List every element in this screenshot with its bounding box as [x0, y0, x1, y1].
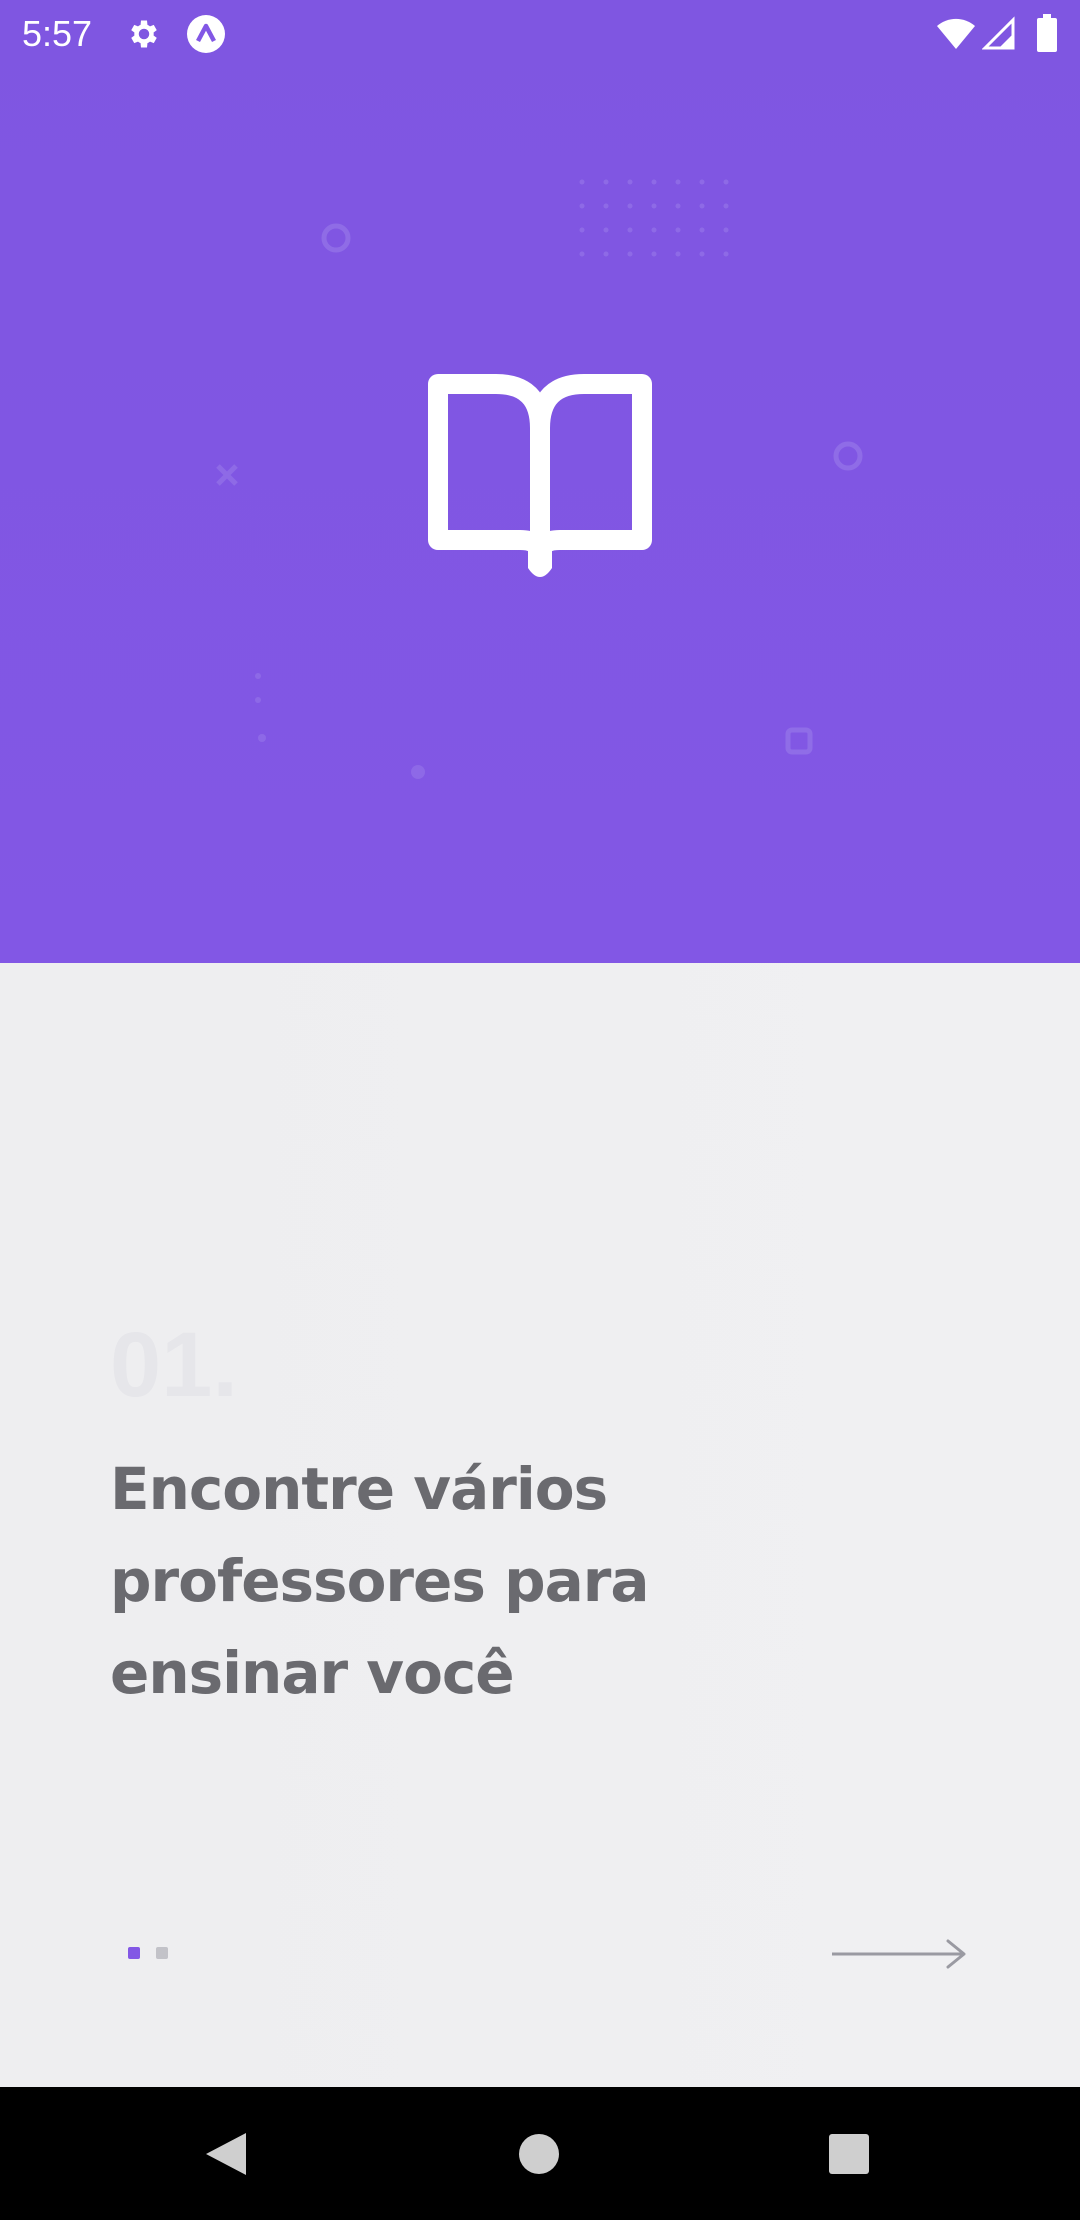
pattern-dot [651, 203, 657, 209]
pattern-dot [579, 227, 585, 233]
hero-banner: 5:57 [0, 0, 1080, 963]
pattern-dot [675, 203, 681, 209]
arrow-right-icon[interactable] [828, 1935, 972, 1973]
pattern-dot [579, 251, 585, 257]
status-time: 5:57 [22, 13, 93, 54]
page-indicator [128, 1945, 168, 1961]
pattern-dot [627, 203, 633, 209]
home-icon[interactable] [518, 2133, 560, 2175]
back-icon[interactable] [204, 2131, 248, 2177]
onboarding-headline: Encontre vários professores para ensinar… [110, 1455, 649, 1707]
pattern-dot [579, 203, 585, 209]
pattern-dot [603, 179, 609, 185]
signal-icon [982, 16, 1015, 50]
app-notification-icon [187, 15, 225, 53]
onboarding-content: 01. Encontre vários professores para ens… [0, 963, 1080, 2087]
open-book-icon [428, 374, 652, 577]
pattern-dot [723, 179, 729, 185]
onboarding-screen: 5:57 01. Encontre vários professores par… [0, 0, 1080, 2220]
pattern-dot [723, 251, 729, 257]
status-bar: 5:57 [0, 0, 1080, 68]
pattern-dot [675, 179, 681, 185]
pattern-dot [579, 179, 585, 185]
pattern-dot [699, 227, 705, 233]
page-dot-inactive[interactable] [156, 1947, 168, 1959]
battery-icon [1037, 14, 1057, 52]
pattern-dot [675, 227, 681, 233]
pattern-dot [699, 203, 705, 209]
page-dot-active[interactable] [128, 1947, 140, 1959]
recents-icon[interactable] [828, 2133, 870, 2175]
pattern-dot [603, 203, 609, 209]
pattern-dot [699, 179, 705, 185]
pattern-dot [723, 227, 729, 233]
pattern-dot [651, 251, 657, 257]
pattern-dot [627, 179, 633, 185]
pattern-dot [723, 203, 729, 209]
pattern-dot [603, 227, 609, 233]
system-navigation-bar [0, 2087, 1080, 2220]
pattern-dot [651, 179, 657, 185]
pattern-dot [627, 251, 633, 257]
pattern-dot [627, 227, 633, 233]
pattern-dot [699, 251, 705, 257]
gear-icon [131, 20, 157, 48]
wifi-icon [937, 18, 975, 49]
pattern-dot [675, 251, 681, 257]
pattern-dot [603, 251, 609, 257]
step-number: 01. [110, 1314, 238, 1416]
pattern-dot [651, 227, 657, 233]
